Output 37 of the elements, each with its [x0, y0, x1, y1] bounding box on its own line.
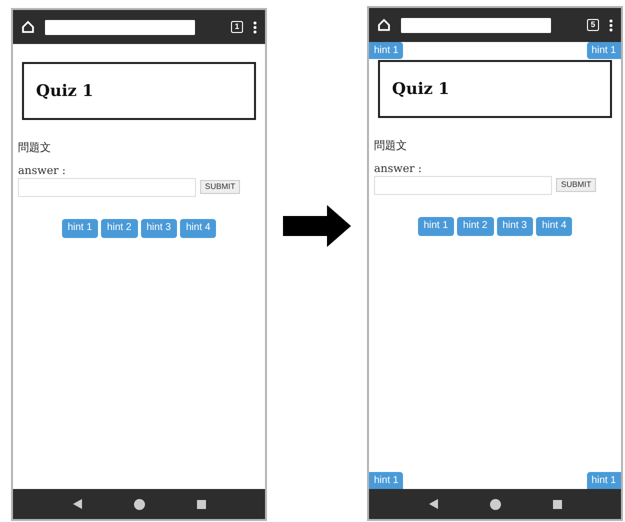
- hint-button[interactable]: hint 3: [496, 216, 533, 236]
- home-icon[interactable]: [377, 18, 391, 32]
- tab-count-button[interactable]: 5: [587, 19, 599, 31]
- home-circle-icon[interactable]: [134, 498, 144, 510]
- arrow-icon: [283, 205, 351, 247]
- hint-button[interactable]: hint 4: [536, 216, 572, 236]
- submit-button[interactable]: SUBMIT: [556, 178, 596, 192]
- hint-button[interactable]: hint 1: [418, 216, 454, 236]
- back-icon[interactable]: [428, 499, 438, 509]
- question-text: 問題文: [18, 140, 51, 156]
- submit-button[interactable]: SUBMIT: [200, 180, 240, 194]
- hint-button[interactable]: hint 4: [180, 218, 216, 238]
- menu-icon[interactable]: [253, 20, 257, 34]
- question-text: 問題文: [374, 138, 407, 154]
- quiz-title: Quiz 1: [392, 78, 450, 100]
- answer-label: answer :: [374, 162, 422, 174]
- hint-button[interactable]: hint 1: [586, 42, 621, 59]
- home-circle-icon[interactable]: [490, 498, 500, 510]
- home-icon[interactable]: [21, 20, 35, 34]
- hint-button[interactable]: hint 1: [369, 42, 404, 59]
- hint-button[interactable]: hint 1: [586, 472, 621, 489]
- answer-field[interactable]: [18, 178, 196, 196]
- address-field[interactable]: [45, 20, 195, 34]
- recents-square-icon[interactable]: [196, 500, 206, 508]
- recents-square-icon[interactable]: [552, 500, 562, 508]
- hint-button[interactable]: hint 1: [369, 472, 404, 489]
- hint-button[interactable]: hint 1: [62, 218, 98, 238]
- hint-button[interactable]: hint 3: [140, 218, 177, 238]
- hint-button[interactable]: hint 2: [101, 218, 138, 238]
- menu-icon[interactable]: [609, 18, 613, 32]
- tab-count-button[interactable]: 1: [231, 21, 243, 33]
- back-icon[interactable]: [72, 499, 82, 509]
- hint-button[interactable]: hint 2: [457, 216, 494, 236]
- answer-label: answer :: [18, 164, 66, 176]
- quiz-title: Quiz 1: [36, 80, 94, 102]
- address-field[interactable]: [401, 18, 551, 32]
- answer-field[interactable]: [374, 176, 552, 194]
